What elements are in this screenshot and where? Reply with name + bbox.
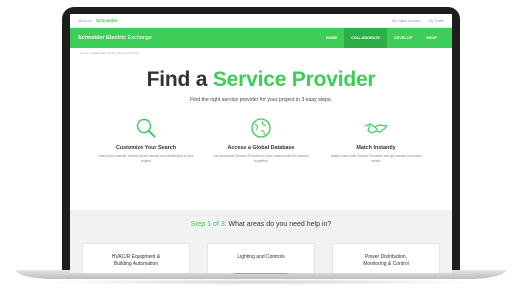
nav-develop[interactable]: DEVELOP bbox=[387, 28, 419, 48]
step-customize: Customize Your Search Select your specif… bbox=[96, 115, 196, 163]
top-utility-bar: About us Schneider My Digital Account My… bbox=[70, 14, 452, 28]
step-description: Select your specific criteria for the se… bbox=[98, 154, 194, 163]
main-header: Schneider Electric Exchange HOME COLLABO… bbox=[70, 28, 452, 48]
area-selection-section: Step 1 of 3: What areas do you need help… bbox=[70, 210, 452, 273]
profile-link[interactable]: My Profile bbox=[428, 19, 444, 23]
area-option-power[interactable]: Power Distribution, Monitoring & Control bbox=[332, 243, 440, 273]
step-title: Customize Your Search bbox=[115, 145, 176, 151]
breadcrumb[interactable]: Home / Collaborate / Find a Service Prov… bbox=[70, 48, 452, 57]
step-access: Access a Global Database Get immediate S… bbox=[211, 115, 311, 163]
step-description: Get immediate Service Providers in your … bbox=[213, 154, 309, 163]
area-options: HVAC/R Equipment & Building Automation L… bbox=[70, 228, 452, 273]
area-option-label: Power Distribution, bbox=[365, 254, 407, 260]
laptop-mockup: About us Schneider My Digital Account My… bbox=[0, 0, 522, 293]
laptop-screen: About us Schneider My Digital Account My… bbox=[70, 14, 452, 273]
step-title: Match Instantly bbox=[356, 145, 396, 151]
area-option-label: Monitoring & Control bbox=[363, 261, 409, 268]
step-match: Match Instantly Easily match with Servic… bbox=[326, 115, 426, 163]
about-link[interactable]: About us bbox=[78, 19, 92, 23]
page-title: Find a Service Provider bbox=[146, 68, 376, 91]
steps-row: Customize Your Search Select your specif… bbox=[70, 103, 452, 163]
main-nav: HOME COLLABORATE DEVELOP SHOP bbox=[319, 28, 444, 48]
area-option-label: Lighting and Controls bbox=[237, 254, 285, 260]
area-option-lighting[interactable]: Lighting and Controls bbox=[207, 243, 315, 273]
step-question: Step 1 of 3: What areas do you need help… bbox=[190, 221, 332, 228]
area-option-hvac[interactable]: HVAC/R Equipment & Building Automation bbox=[82, 243, 190, 273]
digital-account-link[interactable]: My Digital Account bbox=[392, 19, 421, 23]
schneider-logo[interactable]: Schneider bbox=[96, 18, 118, 23]
handshake-icon bbox=[326, 115, 426, 141]
nav-collaborate[interactable]: COLLABORATE bbox=[344, 28, 388, 48]
step-description: Easily match with Service Providers and … bbox=[330, 154, 422, 163]
area-option-label: HVAC/R Equipment & bbox=[111, 254, 161, 260]
search-icon bbox=[96, 115, 196, 141]
laptop-shadow bbox=[40, 279, 482, 285]
area-option-label: Building Automation bbox=[113, 261, 159, 268]
site-brand[interactable]: Schneider Electric Exchange bbox=[78, 35, 152, 41]
globe-icon bbox=[211, 115, 311, 141]
nav-home[interactable]: HOME bbox=[319, 28, 344, 48]
account-links: My Digital Account My Profile bbox=[392, 19, 444, 23]
hero-section: Find a Service Provider Find the right s… bbox=[70, 57, 452, 103]
step-title: Access a Global Database bbox=[227, 145, 295, 151]
nav-shop[interactable]: SHOP bbox=[419, 28, 444, 48]
